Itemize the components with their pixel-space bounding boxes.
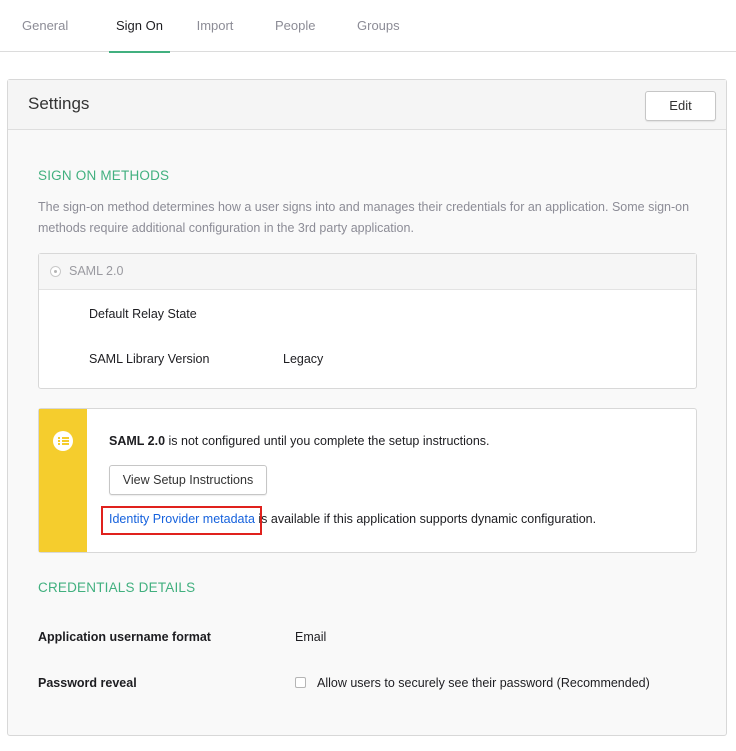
list-icon xyxy=(53,431,73,451)
metadata-link-highlight xyxy=(101,506,262,535)
username-format-label: Application username format xyxy=(38,630,211,644)
saml-radio[interactable] xyxy=(50,266,61,277)
edit-button[interactable]: Edit xyxy=(645,91,716,121)
metadata-suffix: is available if this application support… xyxy=(254,512,597,526)
password-reveal-checkbox[interactable] xyxy=(295,677,306,688)
tab-import[interactable]: Import xyxy=(196,0,234,52)
saml-library-version-value: Legacy xyxy=(283,352,324,366)
saml-method-box: SAML 2.0 Default Relay State SAML Librar… xyxy=(38,253,697,389)
notice-bar xyxy=(39,409,87,552)
tab-people[interactable]: People xyxy=(275,0,315,52)
relay-state-label: Default Relay State xyxy=(89,307,197,321)
password-reveal-option: Allow users to securely see their passwo… xyxy=(317,676,650,690)
username-format-value: Email xyxy=(295,630,327,644)
tab-sign-on[interactable]: Sign On xyxy=(109,0,170,53)
sign-on-methods-title: SIGN ON METHODS xyxy=(38,168,170,183)
view-setup-instructions-button[interactable]: View Setup Instructions xyxy=(109,465,267,495)
saml-library-version-label: SAML Library Version xyxy=(89,352,210,366)
notice-text: SAML 2.0 is not configured until you com… xyxy=(109,434,490,448)
tab-groups[interactable]: Groups xyxy=(357,0,400,52)
tab-general[interactable]: General xyxy=(22,0,68,52)
credentials-details-title: CREDENTIALS DETAILS xyxy=(38,580,196,595)
sign-on-methods-description: The sign-on method determines how a user… xyxy=(38,200,690,235)
settings-header: Settings Edit xyxy=(8,80,726,130)
password-reveal-label: Password reveal xyxy=(38,676,137,690)
saml-method-label: SAML 2.0 xyxy=(69,264,124,278)
setup-notice: SAML 2.0 is not configured until you com… xyxy=(38,408,697,553)
settings-panel: Settings Edit SIGN ON METHODS The sign-o… xyxy=(7,79,727,736)
settings-title: Settings xyxy=(28,94,90,113)
saml-method-header: SAML 2.0 xyxy=(39,254,696,290)
app-tabs: General Sign On Import People Groups xyxy=(0,0,736,53)
notice-message: is not configured until you complete the… xyxy=(165,434,490,448)
notice-strong: SAML 2.0 xyxy=(109,434,166,448)
